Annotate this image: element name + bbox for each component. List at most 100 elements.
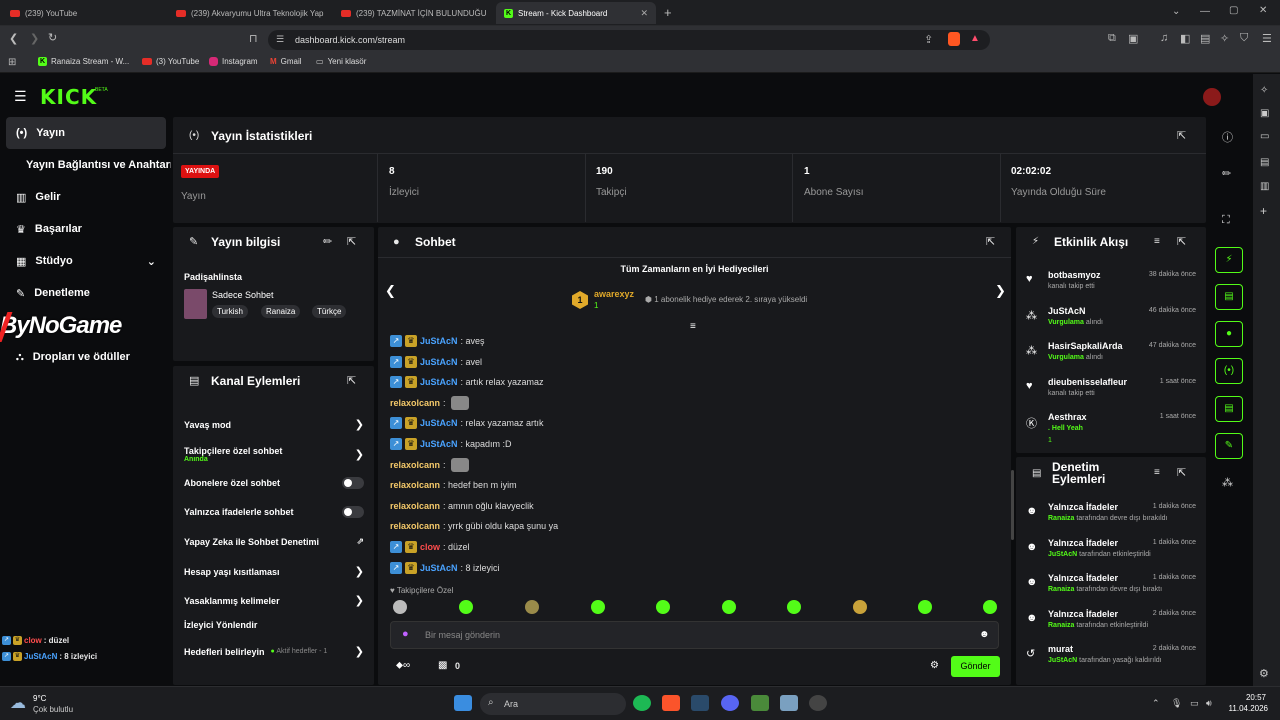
reading-list-icon[interactable]: ▭ [1260, 131, 1269, 142]
sidebar-item-studyo[interactable]: ▦ Stüdyo ⌄ [6, 245, 166, 277]
sidebar-item-gelir[interactable]: ▥ Gelir [6, 181, 166, 213]
wallet-2-icon[interactable]: ▤ [1200, 32, 1210, 45]
forward-icon[interactable]: ❯ [30, 32, 39, 45]
moderator-name[interactable]: JuStAcN [1048, 551, 1077, 558]
tab-youtube[interactable]: (239) YouTube [2, 2, 164, 24]
add-icon[interactable]: + [1260, 204, 1267, 218]
moderator-name[interactable]: Ranaiza [1048, 622, 1074, 629]
obs-icon[interactable] [809, 695, 827, 711]
close-window-icon[interactable]: ✕ [1259, 5, 1267, 16]
discord-icon[interactable] [721, 695, 739, 711]
extensions-icon[interactable]: ⧉ [1108, 32, 1116, 45]
send-button[interactable]: Gönder [951, 656, 1000, 677]
reload-icon[interactable]: ↻ [48, 31, 57, 44]
spotify-icon[interactable] [633, 695, 651, 711]
settings-icon[interactable]: ⚙ [1259, 667, 1269, 680]
settings-icon[interactable]: ⚙ [930, 660, 939, 671]
emote-button[interactable] [525, 600, 539, 614]
menu-icon[interactable]: ☰ [1262, 32, 1272, 45]
wallet-icon[interactable]: ▣ [1128, 32, 1138, 45]
tab-search-icon[interactable]: ⌄ [1172, 6, 1180, 17]
chat-username[interactable]: JuStAcN [420, 357, 458, 367]
chat-username[interactable]: JuStAcN [420, 563, 458, 573]
moderation-item[interactable]: ☻ Yalnızca İfadeler 1 dakika önce JuStAcN t… [1024, 538, 1196, 572]
quick-action-list[interactable]: ▤ [1215, 396, 1243, 422]
moderator-name[interactable]: JuStAcN [1048, 657, 1077, 664]
chat-username[interactable]: JuStAcN [420, 377, 458, 387]
chevron-left-icon[interactable]: ❮ [385, 283, 396, 299]
emotes-only-toggle[interactable] [342, 506, 364, 518]
points-icon[interactable]: ⁂ [1222, 476, 1233, 489]
moderation-item[interactable]: ☻ Yalnızca İfadeler 1 dakika önce Ranaiza t… [1024, 573, 1196, 607]
chat-username[interactable]: relaxolcann [390, 398, 440, 408]
filter-icon[interactable]: ≡ [1154, 467, 1160, 478]
bookmarks-icon[interactable]: ▤ [1260, 157, 1269, 168]
moderation-item[interactable]: ☻ Yalnızca İfadeler 1 dakika önce Ranaiza t… [1024, 502, 1196, 536]
minecraft-icon[interactable] [751, 695, 769, 711]
bookmark-instagram[interactable]: Instagram [209, 57, 258, 66]
banned-words-row[interactable]: Yasaklanmış kelimeler ❯ [184, 594, 364, 607]
brave-shield-icon[interactable] [948, 32, 960, 46]
chat-username[interactable]: JuStAcN [420, 439, 458, 449]
hamburger-menu-icon[interactable]: ☰ [14, 88, 27, 105]
activity-item[interactable]: Ⓚ Aesthrax 1 saat önce . Hell Yeah 1 [1024, 412, 1196, 446]
moderation-item[interactable]: ☻ Yalnızca İfadeler 2 dakika önce Ranaiza t… [1024, 609, 1196, 643]
user-avatar[interactable] [1203, 88, 1221, 106]
weather-icon[interactable]: ☁ [10, 693, 26, 713]
emote-button[interactable] [983, 600, 997, 614]
chat-username[interactable]: clow [420, 542, 440, 552]
chevron-right-icon[interactable]: ❯ [995, 283, 1006, 299]
popout-icon[interactable]: ⇱ [1177, 466, 1186, 479]
emote-button[interactable] [722, 600, 736, 614]
edit-icon[interactable]: ✏ [1222, 167, 1231, 180]
filter-icon[interactable]: ≡ [1154, 236, 1160, 247]
activity-item[interactable]: ⁂ HasirSapkaliArda 47 dakika önce Vurgulama… [1024, 341, 1196, 375]
start-button[interactable] [454, 695, 472, 711]
popout-icon[interactable]: ⇱ [986, 235, 995, 248]
top-gifter-name[interactable]: awarexyz [594, 289, 634, 299]
info-icon[interactable]: ⓘ [1222, 129, 1233, 145]
sidebar-item-stream-key[interactable]: Yayın Bağlantısı ve Anahtarı [6, 149, 171, 181]
chat-username[interactable]: relaxolcann [390, 501, 440, 511]
bookmark-icon[interactable]: ⊓ [249, 32, 258, 45]
emote-button[interactable] [591, 600, 605, 614]
clock-date[interactable]: 11.04.2026 [1226, 704, 1268, 713]
activity-item[interactable]: ♥ dieubenisselafleur 1 saat önce kanalı tak… [1024, 377, 1196, 411]
quick-action-broadcast[interactable]: (•) [1215, 358, 1243, 384]
quick-action-chat[interactable]: ● [1215, 321, 1243, 347]
emote-button[interactable] [459, 600, 473, 614]
sidebar-item-basarilar[interactable]: ♛ Başarılar [6, 213, 166, 245]
tab-youtube-2[interactable]: (239) Akvaryumu Ultra Teknolojik Yap [168, 2, 326, 24]
popout-icon[interactable]: ⇱ [347, 235, 356, 248]
bookmark-youtube[interactable]: (3) YouTube [142, 57, 199, 66]
vpn-icon[interactable]: ⛉ [1240, 32, 1248, 45]
url-field[interactable]: dashboard.kick.com/stream [268, 30, 990, 50]
tab-kick-dashboard[interactable]: K Stream - Kick Dashboard ✕ [496, 2, 656, 24]
sidebar-item-denetleme[interactable]: ✎ Denetleme [6, 277, 166, 309]
chat-scrollbar[interactable] [1011, 470, 1014, 540]
maximize-icon[interactable]: ▢ [1229, 5, 1238, 16]
history-icon[interactable]: ▥ [1260, 181, 1269, 192]
network-icon[interactable]: ▭ [1190, 698, 1199, 709]
popout-icon[interactable]: ⇱ [1177, 235, 1186, 248]
wallet-icon[interactable]: ▣ [1260, 108, 1269, 119]
quick-action-bolt[interactable]: ⚡ [1215, 247, 1243, 273]
new-tab-button[interactable]: + [664, 5, 672, 20]
sidebar-item-yayin[interactable]: (•) Yayın [6, 117, 166, 149]
infinity-icon[interactable]: ⬥∞ [396, 660, 410, 671]
activity-user[interactable]: botbasmyoz [1048, 270, 1101, 280]
sidebar-item-droplar[interactable]: ⛬ Dropları ve ödüller [6, 341, 166, 373]
tab-youtube-3[interactable]: (239) TAZMİNAT İÇİN BULUNDUĞU [333, 2, 491, 24]
chat-username[interactable]: relaxolcann [390, 521, 440, 531]
emote-button[interactable] [787, 600, 801, 614]
minimize-icon[interactable]: — [1200, 6, 1210, 17]
moderation-item[interactable]: ↺ murat 2 dakika önce JuStAcN tarafından ya… [1024, 644, 1196, 678]
rewards-icon[interactable]: ▲ [970, 33, 980, 44]
microphone-icon[interactable]: ● [402, 628, 409, 640]
popout-icon[interactable]: ⇱ [347, 374, 356, 387]
leo-icon[interactable]: ✧ [1220, 32, 1229, 45]
back-icon[interactable]: ❮ [9, 32, 18, 45]
slow-mode-row[interactable]: Yavaş mod ❯ [184, 418, 364, 431]
activity-user[interactable]: dieubenisselafleur [1048, 377, 1127, 387]
share-icon[interactable]: ⇪ [924, 33, 933, 46]
